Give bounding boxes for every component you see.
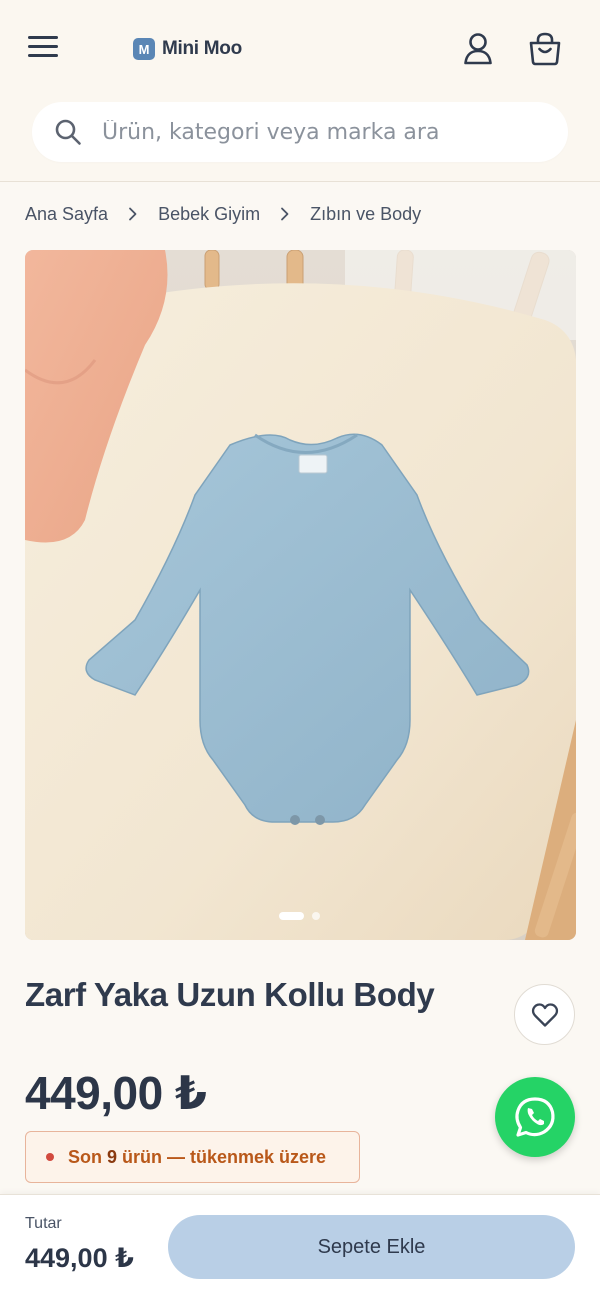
menu-icon-line [28,54,58,57]
app-header: M Mini Moo [0,0,600,182]
gallery-dot[interactable] [312,912,320,920]
checkout-bar: Tutar 449,00 ₺ Sepete Ekle [0,1194,600,1298]
gallery-dot-active[interactable] [279,912,304,920]
account-button[interactable] [462,32,494,66]
chevron-right-icon [281,207,289,221]
stock-prefix: Son [68,1146,102,1167]
stock-count: 9 [107,1146,118,1167]
search-icon [55,119,81,145]
menu-button[interactable] [28,36,58,62]
breadcrumb-item-baby-clothing[interactable]: Bebek Giyim [158,204,260,225]
product-price: 449,00 ₺ [25,1067,207,1119]
total-value: 449,00 ₺ [25,1243,134,1273]
menu-icon-line [28,36,58,39]
whatsapp-icon [515,1097,555,1137]
breadcrumb-item-bodysuits[interactable]: Zıbın ve Body [310,204,421,225]
cart-button[interactable] [527,31,563,67]
stock-suffix: ürün — tükenmek üzere [122,1146,327,1167]
stock-status-dot [46,1153,54,1161]
gallery-pagination [279,912,320,920]
product-image-gallery[interactable] [25,250,576,940]
cart-icon [529,32,561,66]
chevron-right-icon [129,207,137,221]
add-to-cart-button[interactable]: Sepete Ekle [168,1215,575,1279]
search-input[interactable] [102,102,552,162]
brand-logo[interactable]: M Mini Moo [133,37,242,61]
account-icon [464,33,492,65]
product-image [25,250,576,940]
total-label: Tutar [25,1215,62,1232]
logo-text: Mini Moo [162,38,242,59]
breadcrumb-item-home[interactable]: Ana Sayfa [25,204,108,225]
whatsapp-button[interactable] [495,1077,575,1157]
logo-mark: M [133,38,155,60]
stock-warning-badge: Son 9 ürün — tükenmek üzere [25,1131,360,1183]
search-bar[interactable] [32,102,568,162]
menu-icon-line [28,45,58,48]
product-title: Zarf Yaka Uzun Kollu Body [25,976,435,1013]
breadcrumb: Ana Sayfa Bebek Giyim Zıbın ve Body [25,200,421,228]
heart-icon [531,1002,558,1027]
favorite-button[interactable] [514,984,575,1045]
